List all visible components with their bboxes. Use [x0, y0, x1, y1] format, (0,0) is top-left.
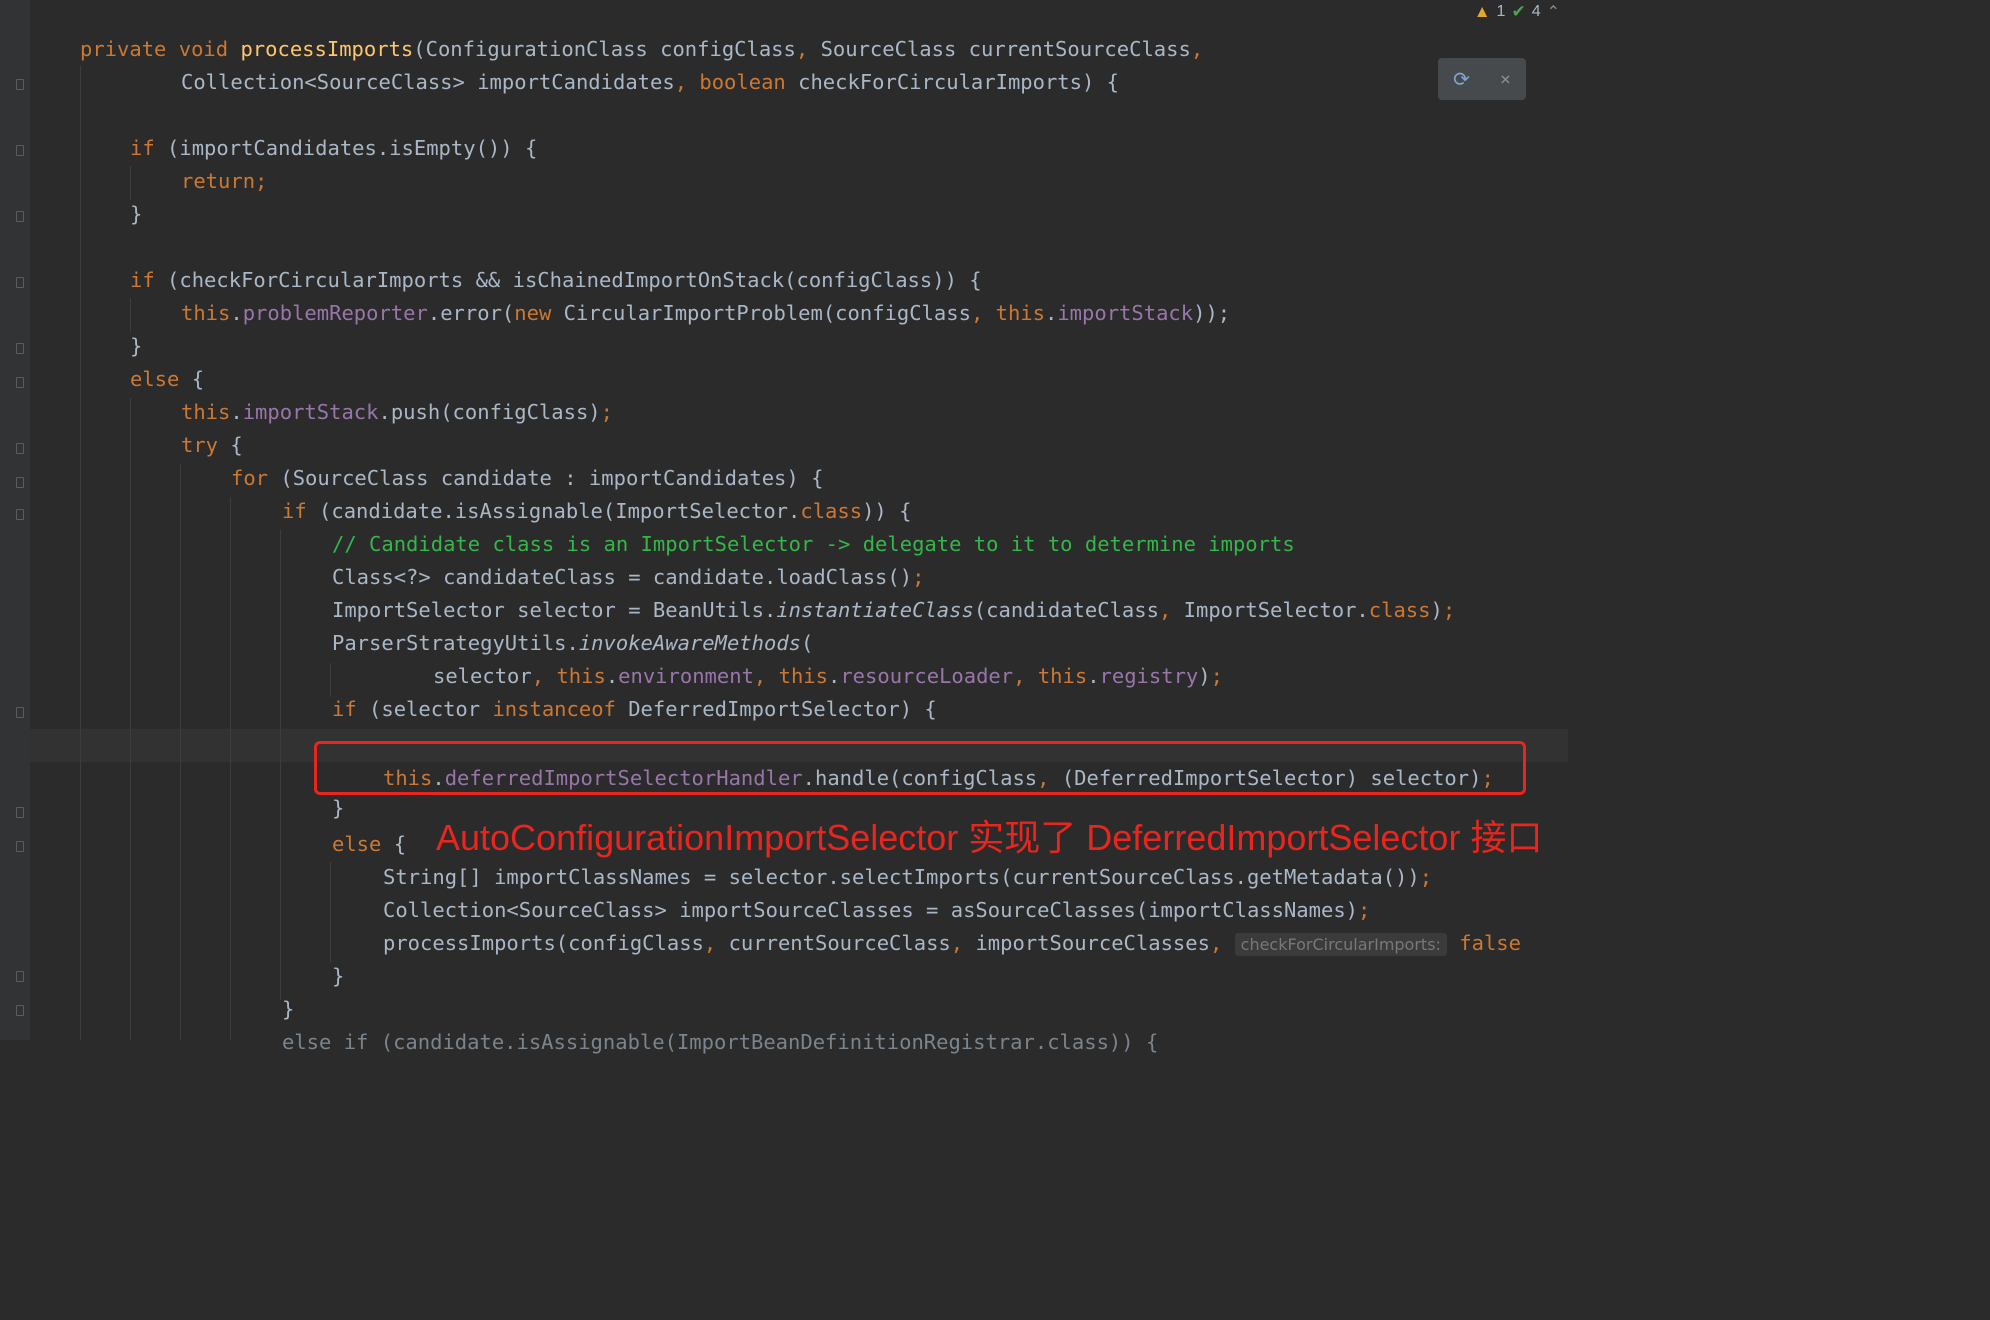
close-icon[interactable]: × — [1500, 69, 1511, 90]
code-line: } — [282, 997, 295, 1021]
sync-icon[interactable]: ⟳ — [1453, 67, 1470, 91]
fold-marker[interactable] — [13, 144, 25, 158]
annotation-text: AutoConfigurationImportSelector 实现了 Defe… — [436, 817, 1543, 858]
indent-guide — [230, 497, 231, 1040]
warning-count: 1 — [1496, 3, 1506, 20]
floating-toolbar: ⟳ × — [1438, 58, 1526, 100]
code-line: private void processImports(Configuratio… — [80, 37, 1204, 61]
fold-marker[interactable] — [13, 442, 25, 456]
fold-marker[interactable] — [13, 508, 25, 522]
code-line: this.problemReporter.error(new CircularI… — [181, 301, 1231, 325]
chevron-up-icon[interactable]: ⌃ — [1547, 2, 1560, 22]
indent-guide — [330, 862, 331, 962]
check-icon: ✔ — [1511, 2, 1526, 21]
parameter-hint: checkForCircularImports: — [1234, 933, 1447, 956]
indent-guide — [80, 66, 81, 1040]
code-line: processImports(configClass, currentSourc… — [383, 931, 1521, 956]
code-line: Collection<SourceClass> importSourceClas… — [383, 898, 1371, 922]
code-line-partial: else if (candidate.isAssignable(ImportBe… — [282, 1030, 1159, 1054]
code-line: try { — [181, 433, 243, 457]
fold-marker[interactable] — [13, 476, 25, 490]
fold-marker[interactable] — [13, 706, 25, 720]
indent-guide — [130, 398, 131, 1040]
code-line: this.importStack.push(configClass); — [181, 400, 613, 424]
fold-marker[interactable] — [13, 376, 25, 390]
code-line: ParserStrategyUtils.invokeAwareMethods( — [332, 631, 814, 655]
inspection-status[interactable]: ▲ 1 ✔ 4 ⌃ — [1474, 2, 1560, 22]
code-line: else { — [332, 832, 407, 856]
code-line: } — [332, 796, 345, 820]
code-line: if (importCandidates.isEmpty()) { — [130, 136, 538, 160]
code-line: else { — [130, 367, 205, 391]
fold-marker[interactable] — [13, 78, 25, 92]
fold-marker[interactable] — [13, 210, 25, 224]
code-line: if (selector instanceof DeferredImportSe… — [332, 697, 937, 721]
highlight-box — [314, 741, 1526, 795]
indent-guide — [130, 298, 131, 332]
editor-gutter — [0, 0, 30, 1040]
indent-guide — [330, 663, 331, 697]
indent-guide — [280, 530, 281, 1000]
code-line: Collection<SourceClass> importCandidates… — [181, 70, 1120, 94]
warning-icon: ▲ — [1473, 2, 1491, 21]
code-line: } — [332, 964, 345, 988]
fold-marker[interactable] — [13, 840, 25, 854]
fold-marker[interactable] — [13, 1004, 25, 1018]
ok-count: 4 — [1531, 3, 1541, 20]
code-line: selector, this.environment, this.resourc… — [433, 664, 1223, 688]
fold-marker[interactable] — [13, 806, 25, 820]
code-line: if (candidate.isAssignable(ImportSelecto… — [282, 499, 912, 523]
code-line: for (SourceClass candidate : importCandi… — [231, 466, 824, 490]
fold-marker[interactable] — [13, 970, 25, 984]
fold-marker[interactable] — [13, 342, 25, 356]
code-line: if (checkForCircularImports && isChained… — [130, 268, 982, 292]
code-line: ImportSelector selector = BeanUtils.inst… — [332, 598, 1456, 622]
code-line: return; — [181, 169, 268, 193]
code-line: String[] importClassNames = selector.sel… — [383, 865, 1433, 889]
code-line: } — [130, 202, 143, 226]
code-line: Class<?> candidateClass = candidate.load… — [332, 565, 925, 589]
code-line: } — [130, 334, 143, 358]
fold-marker[interactable] — [13, 276, 25, 290]
indent-guide — [180, 464, 181, 1040]
code-line: // Candidate class is an ImportSelector … — [332, 532, 1295, 556]
indent-guide — [130, 166, 131, 200]
